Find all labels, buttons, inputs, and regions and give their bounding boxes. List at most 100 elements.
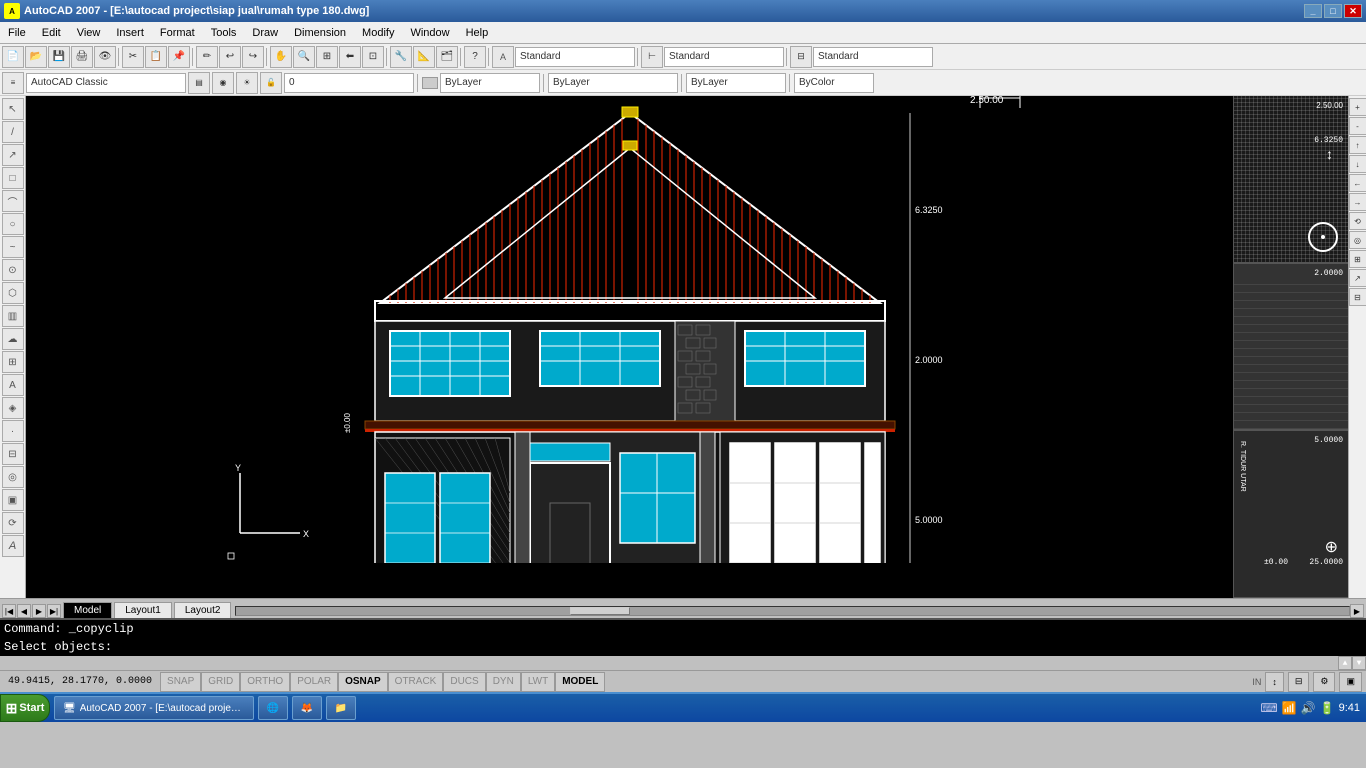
model-space-icon[interactable]: ▣ [1339, 672, 1362, 692]
layer-manager-button[interactable]: ≡ [2, 72, 24, 94]
close-button[interactable]: ✕ [1344, 4, 1362, 18]
taskbar-autocad[interactable]: 🖥 AutoCAD 2007 - [E:\autocad project\sia… [54, 696, 254, 720]
cmd-scroll-down[interactable]: ▼ [1352, 656, 1366, 670]
dyn-button[interactable]: DYN [486, 672, 521, 692]
menu-dimension[interactable]: Dimension [286, 22, 354, 43]
rect-tool[interactable]: □ [2, 167, 24, 189]
pan-right-btn[interactable]: → [1349, 193, 1366, 211]
scroll-first[interactable]: |◀ [2, 604, 16, 618]
tab-model[interactable]: Model [63, 602, 112, 618]
osnap-button[interactable]: OSNAP [338, 672, 388, 692]
menu-view[interactable]: View [69, 22, 109, 43]
status-icon2[interactable]: ⊟ [1288, 672, 1310, 692]
attdef-tool[interactable]: ◎ [2, 466, 24, 488]
match-properties[interactable]: ✏ [196, 46, 218, 68]
text-tool[interactable]: A [2, 535, 24, 557]
plotstyle-dropdown[interactable]: ByColor [794, 73, 874, 93]
zoom-previous[interactable]: ⬅ [339, 46, 361, 68]
layer-status-btn[interactable]: ◉ [212, 72, 234, 94]
pan-button[interactable]: ✋ [270, 46, 292, 68]
restore-button[interactable]: □ [1324, 4, 1342, 18]
layer-lock-btn[interactable]: 🔓 [260, 72, 282, 94]
taskbar-icon3[interactable]: 📁 [326, 696, 356, 720]
linetype-dropdown[interactable]: ByLayer [548, 73, 678, 93]
redo-button[interactable]: ↪ [242, 46, 264, 68]
menu-draw[interactable]: Draw [244, 22, 286, 43]
help-button[interactable]: ? [464, 46, 486, 68]
ortho-button[interactable]: ORTHO [240, 672, 290, 692]
canvas-area[interactable]: 2.50.00 [26, 96, 1233, 598]
menu-help[interactable]: Help [458, 22, 497, 43]
menu-insert[interactable]: Insert [108, 22, 152, 43]
open-button[interactable]: 📂 [25, 46, 47, 68]
table-style-dropdown[interactable]: Standard [813, 47, 933, 67]
table-tool[interactable]: ⊞ [2, 351, 24, 373]
arc-tool[interactable]: ⌒ [2, 190, 24, 212]
adj-btn[interactable]: ⊞ [1349, 250, 1366, 268]
minimize-button[interactable]: _ [1304, 4, 1322, 18]
dim-style-dropdown[interactable]: Standard [664, 47, 784, 67]
start-button[interactable]: ⊞ Start [0, 694, 50, 722]
pan-left-btn[interactable]: ← [1349, 174, 1366, 192]
zoom-extent[interactable]: ⊡ [362, 46, 384, 68]
settings-icon[interactable]: ⚙ [1313, 672, 1335, 692]
zoom-window[interactable]: ⊞ [316, 46, 338, 68]
taskbar-icon2[interactable]: 🦊 [292, 696, 322, 720]
taskbar-icon1[interactable]: 🌐 [258, 696, 288, 720]
plot-button[interactable]: 🖨 [71, 46, 93, 68]
layer-dropdown[interactable]: 0 [284, 73, 414, 93]
menu-window[interactable]: Window [402, 22, 457, 43]
hscroll-right[interactable]: ▶ [1350, 604, 1364, 618]
orbit-btn[interactable]: ⟲ [1349, 212, 1366, 230]
workspace-dropdown[interactable]: AutoCAD Classic [26, 73, 186, 93]
grid-button[interactable]: GRID [201, 672, 240, 692]
otrack-button[interactable]: OTRACK [388, 672, 444, 692]
pick-tool[interactable]: ↖ [2, 98, 24, 120]
status-icon1[interactable]: ↕ [1265, 672, 1284, 692]
mtext-tool[interactable]: A [2, 374, 24, 396]
zoom-out-btn[interactable]: - [1349, 117, 1366, 135]
plot-preview-button[interactable]: 👁 [94, 46, 116, 68]
free-orbit-btn[interactable]: ◎ [1349, 231, 1366, 249]
spline-tool[interactable]: ~ [2, 236, 24, 258]
menu-modify[interactable]: Modify [354, 22, 402, 43]
zoom-in-btn[interactable]: + [1349, 98, 1366, 116]
shrink-btn[interactable]: ⊟ [1349, 288, 1366, 306]
color-dropdown[interactable]: ByLayer [440, 73, 540, 93]
scroll-prev[interactable]: ◀ [17, 604, 31, 618]
zoom-realtime[interactable]: 🔍 [293, 46, 315, 68]
command-scroll[interactable]: ▲ ▼ [0, 656, 1366, 670]
save-button[interactable]: 💾 [48, 46, 70, 68]
circle-tool[interactable]: ○ [2, 213, 24, 235]
lwt-button[interactable]: LWT [521, 672, 555, 692]
layer-freeze-btn[interactable]: ☀ [236, 72, 258, 94]
pline-tool[interactable]: ↗ [2, 144, 24, 166]
cmd-scroll-up[interactable]: ▲ [1338, 656, 1352, 670]
tab-layout2[interactable]: Layout2 [174, 602, 232, 618]
paste-button[interactable]: 📌 [168, 46, 190, 68]
region-tool[interactable]: ☁ [2, 328, 24, 350]
wipeout-tool[interactable]: ▣ [2, 489, 24, 511]
polar-button[interactable]: POLAR [290, 672, 338, 692]
gradient-tool[interactable]: ⊟ [2, 443, 24, 465]
tab-layout1[interactable]: Layout1 [114, 602, 172, 618]
menu-format[interactable]: Format [152, 22, 203, 43]
ducs-button[interactable]: DUCS [443, 672, 485, 692]
menu-file[interactable]: File [0, 22, 34, 43]
flyout-btn[interactable]: ↗ [1349, 269, 1366, 287]
copy-button[interactable]: 📋 [145, 46, 167, 68]
undo-button[interactable]: ↩ [219, 46, 241, 68]
new-button[interactable]: 📄 [2, 46, 24, 68]
polygon-tool[interactable]: ⬡ [2, 282, 24, 304]
scroll-next[interactable]: ▶ [32, 604, 46, 618]
titlebar-controls[interactable]: _ □ ✕ [1304, 4, 1362, 18]
snap-button[interactable]: SNAP [160, 672, 201, 692]
line-tool[interactable]: / [2, 121, 24, 143]
insert-block[interactable]: ◈ [2, 397, 24, 419]
ellipse-tool[interactable]: ⊙ [2, 259, 24, 281]
designcenter[interactable]: 📐 [413, 46, 435, 68]
scroll-last[interactable]: ▶| [47, 604, 61, 618]
menu-edit[interactable]: Edit [34, 22, 69, 43]
properties-button[interactable]: 🔧 [390, 46, 412, 68]
cut-button[interactable]: ✂ [122, 46, 144, 68]
